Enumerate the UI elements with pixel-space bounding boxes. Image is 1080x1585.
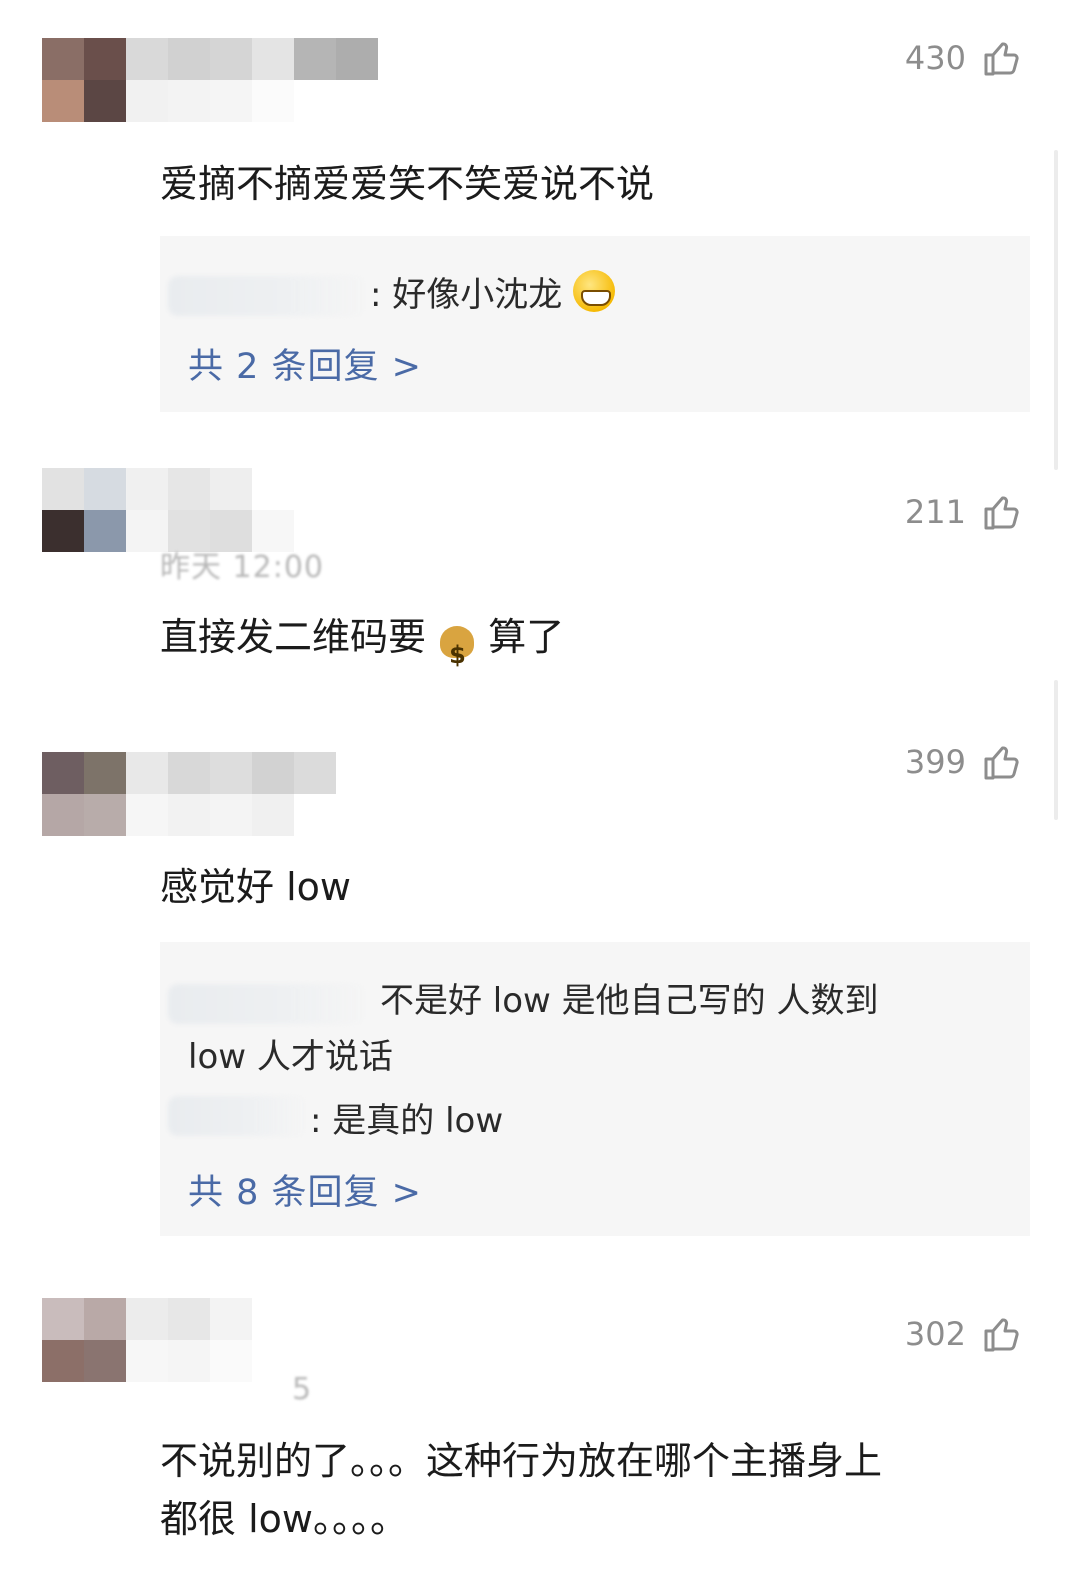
grin-emoji-icon xyxy=(573,270,616,312)
scroll-indicator xyxy=(1054,680,1058,820)
username-blurred[interactable] xyxy=(126,38,426,122)
reply-line: : 好像小沈龙 xyxy=(370,268,616,322)
username-blurred[interactable] xyxy=(126,752,426,836)
comment-timestamp: 5 xyxy=(292,1372,313,1407)
comment-body: 不说别的了。。。这种行为放在哪个主播身上 都很 low。。。。 xyxy=(160,1432,1020,1548)
thumbs-up-outline-icon xyxy=(984,496,1019,530)
avatar[interactable] xyxy=(42,38,126,122)
reply-preview-box[interactable]: : 好像小沈龙 共 2 条回复 > xyxy=(160,236,1030,412)
comment-body: 感觉好 low xyxy=(160,865,351,909)
like-count: 399 xyxy=(904,743,966,781)
reply-preview-box[interactable]: 不是好 low 是他自己写的 人数到 low 人才说话 : 是真的 low 共 … xyxy=(160,942,1030,1236)
comment-body: 直接发二维码要 算了 xyxy=(160,608,1020,684)
more-replies-link[interactable]: 共 2 条回复 > xyxy=(188,338,422,389)
reply-line: low 人才说话 xyxy=(188,1037,393,1077)
comment-2: 昨天 12:00 211 直接发二维码要 算了 xyxy=(0,460,1080,690)
money-bag-emoji-icon xyxy=(438,614,476,684)
thumbs-up-outline-icon xyxy=(984,1318,1019,1352)
reply-author-blurred[interactable] xyxy=(168,1096,308,1136)
like-control[interactable]: 211 xyxy=(905,492,1020,532)
avatar[interactable] xyxy=(42,752,126,836)
reply-line: 不是好 low 是他自己写的 人数到 xyxy=(380,981,879,1021)
like-count: 211 xyxy=(904,493,966,531)
comment-body-line: 不说别的了。。。这种行为放在哪个主播身上 xyxy=(160,1439,883,1483)
comment-body-line: 都很 low。。。。 xyxy=(160,1497,408,1541)
like-control[interactable]: 430 xyxy=(905,38,1020,78)
comment-body: 爱摘不摘爱爱笑不笑爱说不说 xyxy=(160,162,655,206)
reply-author-blurred[interactable] xyxy=(168,984,368,1024)
reply-line: : 是真的 low xyxy=(310,1101,504,1141)
like-control[interactable]: 302 xyxy=(905,1314,1020,1354)
reply-author-blurred[interactable] xyxy=(168,276,368,316)
scroll-indicator xyxy=(1054,150,1058,470)
avatar[interactable] xyxy=(42,1298,126,1382)
comment-3: 399 感觉好 low 不是好 low 是他自己写的 人数到 low 人才说话 … xyxy=(0,680,1080,1260)
like-count: 430 xyxy=(904,39,966,77)
like-count: 302 xyxy=(904,1315,966,1353)
comment-timestamp: 昨天 12:00 xyxy=(160,550,324,585)
comment-1: 430 爱摘不摘爱爱笑不笑爱说不说 : 好像小沈龙 共 2 条回复 > xyxy=(0,0,1080,470)
username-blurred[interactable] xyxy=(126,468,426,552)
username-blurred[interactable] xyxy=(126,1298,426,1382)
like-control[interactable]: 399 xyxy=(905,742,1020,782)
comment-4: 5 302 不说别的了。。。这种行为放在哪个主播身上 都很 low。。。。 xyxy=(0,1280,1080,1585)
thumbs-up-outline-icon xyxy=(984,746,1019,780)
more-replies-link[interactable]: 共 8 条回复 > xyxy=(188,1164,422,1215)
thumbs-up-outline-icon xyxy=(984,42,1019,76)
avatar[interactable] xyxy=(42,468,126,552)
